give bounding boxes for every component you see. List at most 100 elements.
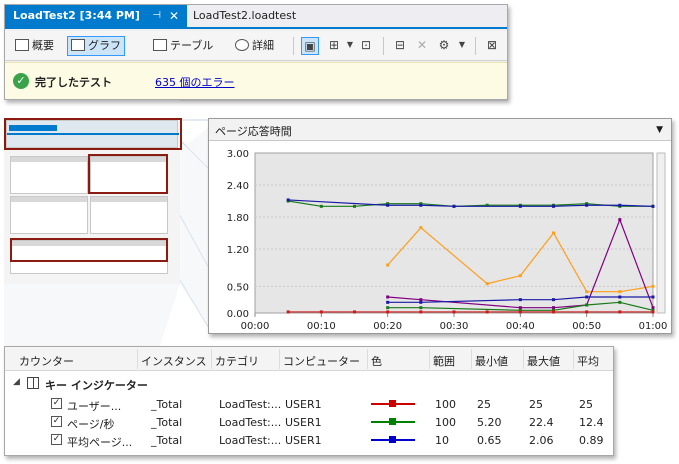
series-point [585, 203, 589, 207]
export-icon[interactable]: ⊠ [483, 37, 501, 55]
highlight-toolbar [4, 118, 182, 150]
table-row[interactable]: ✓ 平均ページ... _Total LoadTest:... USER1 10 0.65 2.… [5, 431, 613, 449]
cell-range: 10 [435, 434, 449, 447]
chart-title: ページ応答時間 [215, 125, 292, 138]
series-point [552, 310, 555, 314]
series-point [353, 310, 356, 314]
series-point [386, 263, 390, 267]
column-header[interactable]: カウンター [19, 353, 74, 369]
color-swatch[interactable] [371, 436, 415, 443]
chevron-down-icon[interactable]: ▼ [656, 125, 663, 135]
table-button[interactable]: テーブル [149, 36, 217, 56]
column-header[interactable]: インスタンス [141, 353, 207, 369]
tab-loadtest-file[interactable]: LoadTest2.loadtest [193, 5, 296, 27]
table-header: カウンター インスタンス カテゴリ コンピューター色 範囲 最小値 最大値 平均 [5, 347, 613, 371]
column-header[interactable]: 最大値 [527, 353, 560, 369]
cell-instance: _Total [151, 416, 183, 429]
series-point [485, 310, 489, 314]
cell-category: LoadTest:... [219, 398, 282, 411]
cell-computer: USER1 [285, 434, 322, 447]
highlight-graph [88, 154, 168, 194]
summary-icon [15, 39, 29, 51]
cell-category: LoadTest:... [219, 434, 282, 447]
column-separator[interactable] [137, 349, 138, 369]
series-point [286, 198, 290, 202]
cell-avg: 0.89 [579, 434, 604, 447]
highlight-table [10, 238, 168, 262]
error-count-link[interactable]: 635 個のエラー [155, 74, 235, 90]
column-separator[interactable] [523, 349, 524, 369]
tab-loadtest-result[interactable]: LoadTest2 [3:44 PM] ⊣ ✕ [5, 5, 187, 27]
expand-icon[interactable]: ◢ [13, 377, 20, 387]
cell-category: LoadTest:... [219, 416, 282, 429]
pin-icon[interactable]: ⊣ [152, 5, 161, 27]
group-row[interactable]: ◢ キー インジケーター [5, 373, 613, 393]
cell-max: 22.4 [529, 416, 554, 429]
color-swatch[interactable] [371, 418, 415, 425]
column-header[interactable]: 色 [371, 353, 382, 369]
document-tab-bar: LoadTest2 [3:44 PM] ⊣ ✕ LoadTest2.loadte… [5, 5, 507, 29]
summary-button[interactable]: 概要 [11, 36, 58, 56]
cell-counter: ユーザー... [67, 400, 122, 413]
x-tick-label: 00:50 [572, 321, 601, 332]
y-tick-label: 2.40 [227, 181, 249, 192]
column-separator[interactable] [471, 349, 472, 369]
series-point [319, 204, 323, 208]
row-checkbox[interactable]: ✓ [51, 398, 62, 409]
series-point [386, 300, 390, 304]
column-separator[interactable] [429, 349, 430, 369]
toolbar-separator [293, 37, 294, 55]
response-time-chart: 3.00 2.40 1.80 1.20 0.50 0.0000:00 00:10 00:20 0… [227, 149, 668, 332]
cell-min: 25 [477, 398, 491, 411]
column-separator[interactable] [573, 349, 574, 369]
row-checkbox[interactable]: ✓ [51, 434, 62, 445]
color-swatch[interactable] [371, 400, 415, 407]
series-point [319, 310, 323, 314]
cell-min: 0.65 [477, 434, 502, 447]
row-checkbox[interactable]: ✓ [51, 416, 62, 427]
x-tick-label: 01:00 [639, 321, 668, 332]
series-point [552, 231, 555, 235]
color-marker [389, 400, 396, 407]
series-point [585, 310, 589, 314]
series-point [518, 298, 522, 302]
column-separator[interactable] [211, 349, 212, 369]
column-header[interactable]: 最小値 [475, 353, 508, 369]
series-point [518, 204, 522, 208]
cell-counter: 平均ページ... [67, 436, 133, 449]
column-header[interactable]: カテゴリ [215, 353, 259, 369]
toolbar-separator [383, 37, 384, 55]
series-point [618, 300, 622, 304]
delete-icon[interactable]: ✕ [413, 37, 431, 55]
column-header[interactable]: 平均 [577, 353, 599, 369]
chart-header[interactable]: ページ応答時間 ▼ [209, 119, 671, 141]
tab-label: LoadTest2 [3:44 PM] [13, 9, 140, 22]
table-row[interactable]: ✓ ページ/秒 _Total LoadTest:... USER1 100 5.20 22.4… [5, 413, 613, 431]
details-label: 詳細 [252, 39, 274, 52]
series-point [419, 298, 423, 302]
column-separator[interactable] [367, 349, 368, 369]
column-header[interactable]: コンピューター [283, 353, 360, 369]
gear-icon[interactable]: ⚙ [435, 37, 453, 55]
add-chart-icon[interactable]: ⊡ [357, 37, 375, 55]
toolbar-separator [475, 37, 476, 55]
group-icon [27, 377, 39, 389]
new-graph-icon[interactable]: ⊟ [391, 37, 409, 55]
chart-view-icon[interactable]: ▣ [301, 37, 319, 55]
cell-counter: ページ/秒 [67, 418, 115, 431]
table-icon [153, 39, 167, 51]
cell-computer: USER1 [285, 398, 322, 411]
table-row[interactable]: ✓ ユーザー... _Total LoadTest:... USER1 100 25 25 25 [5, 395, 613, 413]
details-button[interactable]: 詳細 [231, 36, 278, 56]
graph-button[interactable]: グラフ [67, 36, 125, 56]
cell-min: 5.20 [477, 416, 502, 429]
close-icon[interactable]: ✕ [169, 5, 179, 27]
status-text: 完了したテスト [35, 76, 112, 89]
chevron-down-icon[interactable]: ▼ [453, 37, 471, 55]
series-point [651, 306, 655, 310]
column-header[interactable]: 範囲 [433, 353, 455, 369]
cell-instance: _Total [151, 434, 183, 447]
series-point [585, 303, 589, 307]
column-separator[interactable] [279, 349, 280, 369]
cell-avg: 25 [579, 398, 593, 411]
